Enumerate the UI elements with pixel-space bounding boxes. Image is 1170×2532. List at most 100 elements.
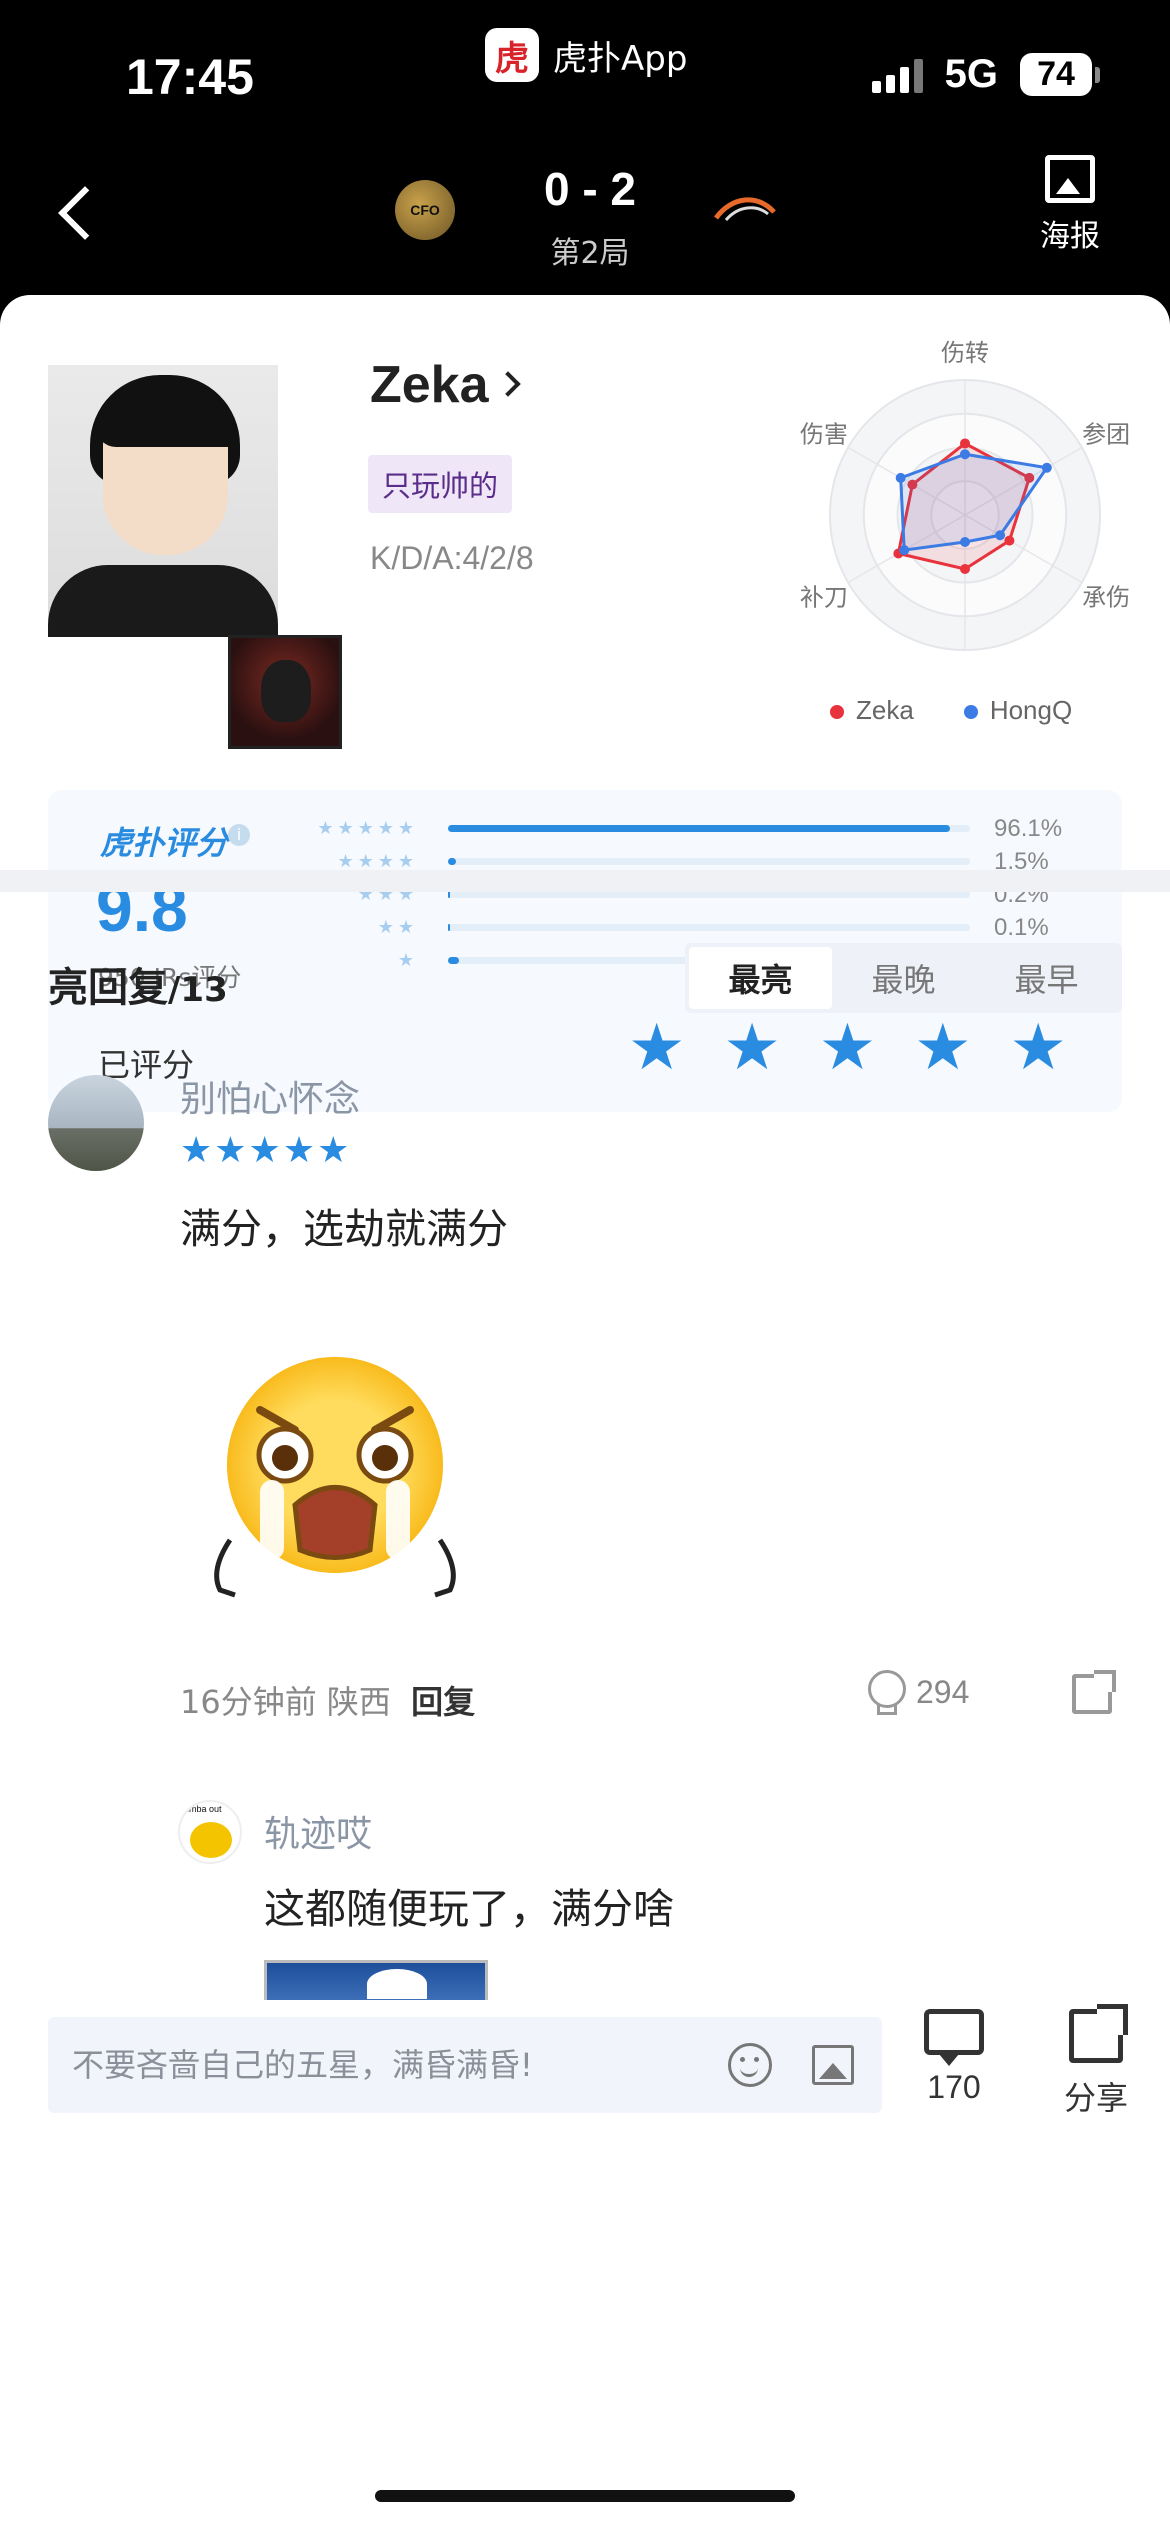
match-score: 0 - 2 <box>543 163 637 215</box>
comment-text: 满分，选劫就满分 <box>180 1205 508 1253</box>
share-icon <box>1069 2004 1128 2063</box>
reply-button[interactable]: 回复 <box>411 1683 475 1721</box>
rating-row: ★★★★★ 96.1% <box>310 812 1100 845</box>
tab-brightest[interactable]: 最亮 <box>689 947 832 1009</box>
status-indicators: 5G 74 <box>871 52 1100 97</box>
radar-point <box>899 545 910 556</box>
legend-item-hongq: HongQ <box>963 695 1072 726</box>
comment-input-box[interactable] <box>48 2017 882 2113</box>
avatar[interactable] <box>178 1800 242 1864</box>
signal-icon <box>871 57 923 93</box>
player-tag: 只玩帅的 <box>368 455 513 513</box>
star-icon[interactable]: ★ <box>914 1016 971 1080</box>
radar-axis-label: 伤转 <box>941 339 989 367</box>
radar-point <box>960 438 970 449</box>
row-bar <box>448 825 970 832</box>
share-label: 分享 <box>1063 2080 1128 2116</box>
user-star-rating[interactable]: ★ ★ ★ ★ ★ <box>628 1016 1067 1080</box>
player-name: Zeka <box>370 356 489 414</box>
crying-emoji-sticker <box>214 1357 456 1598</box>
poster-icon <box>1045 155 1095 203</box>
like-button[interactable]: 294 <box>866 1670 970 1715</box>
comment-count: 170 <box>927 2069 981 2105</box>
star-icon[interactable]: ★ <box>819 1016 876 1080</box>
main-content: Zeka 只玩帅的 K/D/A:4/2/8 伤转参团承伤死亡补刀伤害 Zeka … <box>0 295 1170 2532</box>
info-icon[interactable]: i <box>228 824 250 846</box>
comment-star-rating: ★★★★★ <box>180 1130 352 1171</box>
row-bar <box>448 924 970 931</box>
avatar[interactable] <box>48 1075 144 1171</box>
team-a-logo: CFO <box>395 180 455 240</box>
player-photo <box>48 365 278 637</box>
radar-point <box>1004 535 1015 546</box>
replies-count: /13 <box>168 970 228 1010</box>
battery-level: 74 <box>1020 53 1092 96</box>
row-stars: ★ <box>397 950 418 971</box>
row-percent: 96.1% <box>994 814 1063 842</box>
poster-button[interactable]: 海报 <box>1025 155 1115 255</box>
radar-legend: Zeka HongQ <box>830 695 1072 726</box>
battery-icon: 74 <box>1020 53 1100 96</box>
radar-chart: 伤转参团承伤死亡补刀伤害 <box>800 339 1130 651</box>
radar-axis-label: 补刀 <box>800 584 848 612</box>
replies-title: 亮回复/13 <box>48 965 228 1011</box>
radar-point <box>960 564 970 574</box>
team-b-logo <box>713 197 776 222</box>
row-bar-fill <box>448 858 456 865</box>
comments-button[interactable]: 170 <box>904 2009 1004 2106</box>
rating-row: ★★ 0.1% <box>310 911 1100 944</box>
comment-icon <box>924 2009 984 2066</box>
row-bar-fill <box>448 891 450 898</box>
chevron-right-icon <box>494 371 521 397</box>
player-name-link[interactable]: Zeka <box>370 355 521 415</box>
row-percent: 0.1% <box>994 913 1049 941</box>
row-stars: ★★★★★ <box>317 818 418 839</box>
row-stars: ★★ <box>377 917 418 938</box>
reply-sort-tabs: 最亮 最晚 最早 <box>685 943 1122 1013</box>
star-icon[interactable]: ★ <box>628 1016 685 1080</box>
radar-point <box>1041 462 1052 473</box>
champion-icon <box>228 635 342 749</box>
tab-earliest[interactable]: 最早 <box>975 947 1118 1009</box>
comment-location: 陕西 <box>326 1683 391 1721</box>
lightbulb-icon <box>866 1670 906 1715</box>
comment-username[interactable]: 别怕心怀念 <box>180 1070 360 1122</box>
network-label: 5G <box>944 52 998 96</box>
emoji-icon[interactable] <box>728 2043 772 2087</box>
hupu-logo-icon: 虎 <box>485 28 539 82</box>
comment-time: 16分钟前 <box>180 1683 317 1721</box>
radar-point <box>895 472 906 483</box>
image-icon[interactable] <box>812 2045 854 2085</box>
row-bar <box>448 858 970 865</box>
bottom-bar: 170 分享 <box>0 2004 1170 2237</box>
app-name: 虎扑App <box>553 38 688 79</box>
share-icon[interactable] <box>1072 1670 1116 1714</box>
star-icon[interactable]: ★ <box>723 1016 780 1080</box>
home-indicator <box>375 2490 795 2502</box>
radar-axis-label: 伤害 <box>800 421 848 449</box>
app-indicator[interactable]: 虎 虎扑App <box>485 28 687 82</box>
row-bar-fill <box>448 957 459 964</box>
subreply-image[interactable] <box>264 1960 488 2000</box>
row-stars: ★★★★ <box>337 851 418 872</box>
like-count: 294 <box>916 1673 970 1710</box>
radar-point <box>960 449 970 460</box>
star-icon[interactable]: ★ <box>1010 1016 1067 1080</box>
game-number: 第2局 <box>550 236 630 271</box>
tab-latest[interactable]: 最晚 <box>832 947 975 1009</box>
comment-input[interactable] <box>72 2039 722 2091</box>
poster-label: 海报 <box>1040 219 1100 254</box>
share-button[interactable]: 分享 <box>1046 2004 1146 2119</box>
rating-brand: 虎扑评分® <box>100 824 242 862</box>
match-header: CFO 0 - 2 第2局 海报 <box>0 150 1170 300</box>
radar-axis-label: 承伤 <box>1082 584 1130 612</box>
player-kda: K/D/A:4/2/8 <box>370 540 534 576</box>
radar-axis-label: 参团 <box>1082 421 1130 449</box>
back-icon[interactable] <box>52 180 102 250</box>
clock: 17:45 <box>126 49 254 105</box>
radar-point <box>960 537 970 547</box>
subreply-username[interactable]: 轨迹哎 <box>264 1805 372 1857</box>
status-bar: 17:45 虎 虎扑App 5G 74 <box>0 0 1170 150</box>
subreply-text: 这都随便玩了，满分啥 <box>264 1885 674 1933</box>
radar-point <box>995 530 1006 541</box>
